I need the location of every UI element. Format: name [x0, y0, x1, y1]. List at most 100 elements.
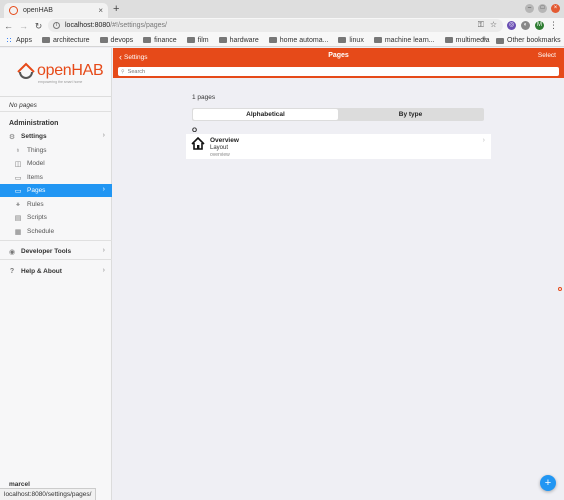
folder-icon [99, 37, 108, 43]
bookmark-folder[interactable]: home automa... [268, 37, 328, 44]
bookmark-label: machine learn... [384, 36, 435, 44]
calendar-icon: ▦ [14, 228, 22, 236]
bookmark-label: Apps [16, 36, 32, 44]
select-button[interactable]: Select [538, 52, 556, 59]
sidebar-item-label: Schedule [27, 228, 55, 235]
bookmark-star-icon[interactable]: ☆ [490, 20, 497, 30]
gear-icon: ⚙ [8, 133, 16, 141]
sidebar-item-label: Help & About [21, 268, 62, 275]
openhab-logo-icon [17, 62, 35, 79]
back-arrow-icon[interactable]: ← [2, 21, 15, 31]
bookmark-folder[interactable]: devops [99, 36, 134, 44]
sidebar-item-model[interactable]: ◫ Model [0, 157, 112, 170]
items-icon: ▭ [14, 174, 22, 182]
chevron-right-icon: › [102, 186, 105, 193]
script-icon: ▤ [14, 214, 22, 222]
folder-icon [218, 37, 227, 43]
bookmark-label: film [197, 36, 209, 44]
lightbulb-icon: ♁ [15, 147, 21, 154]
sidebar-item-pages[interactable]: ▭ Pages › [0, 184, 112, 197]
bookmark-folder[interactable]: linux [338, 36, 364, 44]
bookmark-folder[interactable]: hardware [218, 37, 259, 44]
openhab-favicon-icon [9, 6, 18, 15]
bookmark-folder[interactable]: finance [143, 37, 177, 44]
page-item-uid: overview [210, 152, 230, 158]
search-field[interactable]: ⚲ [118, 67, 559, 76]
sidebar-item-label: Items [27, 174, 43, 181]
url-path: /#!/settings/pages/ [110, 22, 167, 29]
sidebar-item-items[interactable]: ▭ Items [0, 171, 112, 184]
sidebar-item-scripts[interactable]: ▤ Scripts [0, 211, 112, 224]
apps-grid-icon [6, 36, 13, 44]
forward-arrow-icon[interactable]: → [17, 21, 30, 31]
panel-handle-icon[interactable] [558, 287, 562, 291]
sidebar-item-developer-tools[interactable]: ◉ Developer Tools › [0, 245, 112, 258]
folder-icon [338, 37, 347, 43]
folder-icon [444, 37, 453, 43]
search-icon: ⚲ [121, 68, 125, 75]
bookmarks-overflow-icon[interactable]: » [482, 34, 486, 43]
group-letter-heading: O [192, 127, 198, 134]
address-bar[interactable]: i localhost:8080/#!/settings/pages/ ⚿ ☆ [48, 19, 503, 32]
folder-icon [373, 37, 382, 43]
chevron-right-icon: › [482, 137, 485, 144]
url-host: localhost:8080 [65, 22, 111, 29]
extension-icon-2[interactable]: ◐ [521, 21, 530, 30]
reload-icon[interactable]: ↻ [32, 21, 45, 32]
monitor-icon: ▭ [14, 187, 22, 195]
sidebar-item-label: Rules [27, 201, 44, 208]
browser-menu-icon[interactable]: ⋮ [549, 20, 558, 31]
logo-area[interactable]: openHAB empowering the smart home [0, 48, 112, 97]
user-name[interactable]: marcel [9, 481, 30, 488]
bookmark-label: architecture [52, 36, 90, 44]
search-input[interactable] [127, 68, 528, 75]
help-icon: ? [9, 268, 15, 275]
bookmark-folder[interactable]: machine learn... [373, 36, 435, 44]
folder-icon [41, 37, 50, 43]
extension-icons: ◎ ◐ M ⋮ [507, 20, 558, 31]
model-icon: ◫ [14, 160, 22, 168]
list-item[interactable]: Overview Layout overview › [186, 134, 491, 159]
tab-by-type[interactable]: By type [338, 109, 483, 120]
add-page-button[interactable]: + [540, 475, 556, 491]
site-info-icon[interactable]: i [53, 22, 60, 29]
bookmark-folder[interactable]: film [186, 36, 209, 44]
maximize-icon[interactable]: □ [538, 4, 547, 13]
sidebar-item-label: Pages [27, 187, 46, 194]
no-pages-label: No pages [9, 102, 37, 109]
sidebar: openHAB empowering the smart home No pag… [0, 48, 112, 500]
sidebar-item-label: Scripts [27, 214, 47, 221]
new-tab-button[interactable]: + [113, 3, 119, 15]
sidebar-item-settings[interactable]: ⚙ Settings › [0, 130, 112, 143]
sidebar-item-things[interactable]: ♁ Things [0, 144, 112, 157]
other-bookmarks[interactable]: Other bookmarks [496, 37, 561, 44]
sidebar-item-help-about[interactable]: ? Help & About › [0, 265, 112, 278]
omnibox-icons: ⚿ ☆ [478, 20, 497, 30]
bookmark-label: devops [110, 36, 134, 44]
extension-icon[interactable]: ◎ [507, 21, 516, 30]
pages-count: 1 pages [192, 94, 216, 101]
browser-toolbar: ← → ↻ i localhost:8080/#!/settings/pages… [0, 18, 564, 34]
administration-heading: Administration [9, 120, 59, 127]
sidebar-item-label: Things [27, 147, 47, 154]
sidebar-item-schedule[interactable]: ▦ Schedule [0, 225, 112, 238]
key-icon[interactable]: ⚿ [478, 20, 484, 30]
browser-tab-openhab[interactable]: openHAB × [4, 3, 108, 18]
sidebar-item-rules[interactable]: ⚹ Rules [0, 198, 112, 211]
divider [0, 111, 112, 112]
divider [0, 259, 112, 260]
bookmark-apps[interactable]: Apps [6, 36, 32, 44]
bookmark-label: linux [349, 36, 364, 44]
other-bookmarks-label: Other bookmarks [507, 37, 561, 44]
window-controls: – □ × [525, 4, 560, 13]
house-icon [191, 137, 205, 150]
bookmark-label: finance [154, 36, 177, 44]
tab-close-icon[interactable]: × [98, 6, 103, 15]
folder-icon [143, 37, 152, 43]
minimize-icon[interactable]: – [525, 4, 534, 13]
tab-alphabetical[interactable]: Alphabetical [193, 109, 338, 120]
main-content: 1 pages Alphabetical By type O Overview … [113, 78, 564, 500]
close-window-icon[interactable]: × [551, 4, 560, 13]
profile-avatar[interactable]: M [535, 21, 544, 30]
bookmark-folder[interactable]: architecture [41, 36, 90, 44]
